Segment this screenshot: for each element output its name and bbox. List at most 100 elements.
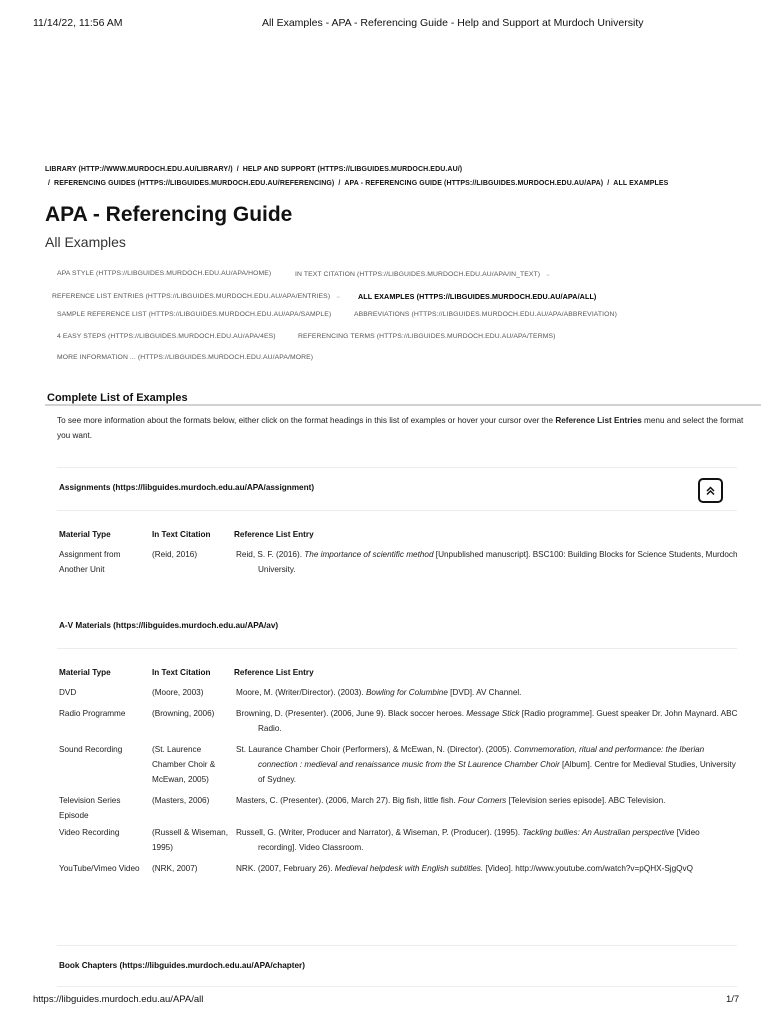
reference-title-italic: Four Corners	[458, 796, 507, 805]
print-page-title: All Examples - APA - Referencing Guide -…	[262, 17, 644, 29]
breadcrumb-library[interactable]: LIBRARY (HTTP://WWW.MURDOCH.EDU.AU/LIBRA…	[45, 166, 233, 173]
print-header: 11/14/22, 11:56 AM All Examples - APA - …	[0, 17, 768, 33]
nav-item-label: IN TEXT CITATION (HTTPS://LIBGUIDES.MURD…	[295, 271, 541, 278]
nav-item-label: APA STYLE (HTTPS://LIBGUIDES.MURDOCH.EDU…	[57, 270, 272, 277]
reference-entry-text: Masters, C. (Presenter). (2006, March 27…	[236, 793, 740, 808]
in-text-citation-cell: (Moore, 2003)	[152, 688, 204, 697]
reference-text: Browning, D. (Presenter). (2006, June 9)…	[236, 709, 467, 718]
print-datetime: 11/14/22, 11:56 AM	[33, 17, 123, 29]
breadcrumb-separator: /	[236, 166, 239, 173]
reference-entry-text: Moore, M. (Writer/Director). (2003). Bow…	[236, 685, 740, 700]
reference-list-entry-cell: St. Laurance Chamber Choir (Performers),…	[232, 742, 742, 793]
reference-list-entry-cell: Moore, M. (Writer/Director). (2003). Bow…	[232, 685, 742, 706]
reference-entry-text: Browning, D. (Presenter). (2006, June 9)…	[236, 706, 740, 736]
table-row: YouTube/Vimeo Video (NRK, 2007) NRK. (2007…	[57, 861, 742, 876]
reference-title-italic: Medieval helpdesk with English subtitles…	[334, 864, 484, 873]
in-text-citation-cell: (Russell & Wiseman, 1995)	[152, 828, 228, 852]
nav-item-label: 4 EASY STEPS (HTTPS://LIBGUIDES.MURDOCH.…	[57, 333, 276, 340]
reference-text: NRK. (2007, February 26).	[236, 864, 335, 873]
table-header-row: Material Type In Text Citation Reference…	[57, 530, 742, 547]
nav-item-label: ALL EXAMPLES (HTTPS://LIBGUIDES.MURDOCH.…	[358, 292, 597, 301]
breadcrumb-separator: /	[338, 180, 341, 187]
breadcrumb-apa-guide[interactable]: APA - REFERENCING GUIDE (HTTPS://LIBGUID…	[344, 180, 603, 187]
in-text-citation-cell: (NRK, 2007)	[152, 864, 198, 873]
nav-item-abbreviations[interactable]: ABBREVIATIONS (HTTPS://LIBGUIDES.MURDOCH…	[354, 311, 617, 318]
breadcrumb-current: ALL EXAMPLES	[613, 180, 669, 187]
reference-title-italic: The importance of scientific method	[304, 550, 434, 559]
chevron-down-icon: ⌄	[545, 271, 551, 278]
reference-text: Russell, G. (Writer, Producer and Narrat…	[236, 828, 523, 837]
material-type-cell: DVD	[59, 688, 77, 697]
reference-list-entry-cell: NRK. (2007, February 26). Medieval helpd…	[232, 861, 742, 876]
back-to-top-button[interactable]	[698, 478, 723, 503]
nav-item-sample-reference-list[interactable]: SAMPLE REFERENCE LIST (HTTPS://LIBGUIDES…	[57, 311, 331, 318]
header-material-type: Material Type	[59, 530, 111, 539]
group-divider	[57, 945, 737, 946]
reference-text: Reid, S. F. (2016).	[236, 550, 305, 559]
nav-item-4-easy-steps[interactable]: 4 EASY STEPS (HTTPS://LIBGUIDES.MURDOCH.…	[57, 333, 276, 340]
in-text-citation-cell: (St. Laurence Chamber Choir & McEwan, 20…	[152, 745, 216, 784]
section-divider	[45, 404, 761, 406]
nav-item-label: REFERENCING TERMS (HTTPS://LIBGUIDES.MUR…	[298, 333, 556, 340]
nav-item-in-text-citation[interactable]: IN TEXT CITATION (HTTPS://LIBGUIDES.MURD…	[295, 270, 551, 278]
nav-item-all-examples[interactable]: ALL EXAMPLES (HTTPS://LIBGUIDES.MURDOCH.…	[358, 292, 596, 301]
reference-title-italic: Bowling for Columbine	[365, 688, 448, 697]
reference-list-entry-cell: Browning, D. (Presenter). (2006, June 9)…	[232, 706, 742, 742]
reference-entry-text: St. Laurance Chamber Choir (Performers),…	[236, 742, 740, 787]
in-text-citation-cell: (Masters, 2006)	[152, 796, 210, 805]
header-reference-list-entry: Reference List Entry	[234, 668, 314, 677]
group-title-av-materials[interactable]: A-V Materials (https://libguides.murdoch…	[59, 621, 278, 630]
material-type-cell: Television Series Episode	[59, 796, 121, 820]
material-type-cell: Sound Recording	[59, 745, 123, 754]
intro-text-part: To see more information about the format…	[57, 416, 556, 425]
reference-text: Moore, M. (Writer/Director). (2003).	[236, 688, 366, 697]
breadcrumb-referencing-guides[interactable]: REFERENCING GUIDES (HTTPS://LIBGUIDES.MU…	[54, 180, 334, 187]
table-row: DVD (Moore, 2003) Moore, M. (Writer/Direct…	[57, 685, 742, 706]
nav-item-more-information[interactable]: MORE INFORMATION ... (HTTPS://LIBGUIDES.…	[57, 354, 313, 361]
breadcrumb-separator: /	[607, 180, 610, 187]
breadcrumb-help-and-support[interactable]: HELP AND SUPPORT (HTTPS://LIBGUIDES.MURD…	[243, 166, 462, 173]
reference-text: [DVD]. AV Channel.	[447, 688, 522, 697]
header-in-text-citation: In Text Citation	[152, 668, 211, 677]
reference-entry-text: Russell, G. (Writer, Producer and Narrat…	[236, 825, 740, 855]
reference-title-italic: Tackling bullies: An Australian perspect…	[522, 828, 675, 837]
group-divider	[57, 986, 737, 987]
table-row: Sound Recording (St. Laurence Chamber Cho…	[57, 742, 742, 793]
table-row: Television Series Episode (Masters, 2006)…	[57, 793, 742, 825]
group-divider	[57, 467, 737, 468]
reference-text: [Television series episode]. ABC Televis…	[506, 796, 666, 805]
table-body: Assignment from Another Unit (Reid, 2016)…	[57, 547, 742, 583]
reference-list-entry-cell: Russell, G. (Writer, Producer and Narrat…	[232, 825, 742, 861]
nav-item-label: SAMPLE REFERENCE LIST (HTTPS://LIBGUIDES…	[57, 311, 332, 318]
intro-emphasis: Reference List Entries	[555, 416, 642, 425]
print-footer: https://libguides.murdoch.edu.au/APA/all…	[0, 994, 768, 1008]
in-text-citation-cell: (Browning, 2006)	[152, 709, 215, 718]
print-page-number: 1/7	[726, 994, 740, 1005]
double-chevron-up-icon	[706, 486, 715, 496]
reference-entry-text: Reid, S. F. (2016). The importance of sc…	[236, 547, 740, 577]
section-heading: Complete List of Examples	[47, 392, 188, 405]
group-title-assignments[interactable]: Assignments (https://libguides.murdoch.e…	[59, 483, 314, 492]
material-type-cell: Assignment from Another Unit	[59, 550, 121, 574]
table-row: Radio Programme (Browning, 2006) Browning,…	[57, 706, 742, 742]
reference-text: St. Laurance Chamber Choir (Performers),…	[236, 745, 515, 754]
breadcrumb-separator: /	[48, 180, 51, 187]
nav-item-apa-style[interactable]: APA STYLE (HTTPS://LIBGUIDES.MURDOCH.EDU…	[57, 270, 271, 277]
chevron-down-icon: ⌄	[335, 293, 341, 300]
reference-text: [Video]. http://www.youtube.com/watch?v=…	[483, 864, 693, 873]
header-material-type: Material Type	[59, 668, 111, 677]
table-row: Video Recording (Russell & Wiseman, 1995)…	[57, 825, 742, 861]
reference-title-italic: Message Stick	[466, 709, 520, 718]
table-body: DVD (Moore, 2003) Moore, M. (Writer/Direct…	[57, 685, 742, 876]
reference-list-entry-cell: Reid, S. F. (2016). The importance of sc…	[232, 547, 742, 583]
material-type-cell: YouTube/Vimeo Video	[59, 864, 140, 873]
page-title: APA - Referencing Guide	[45, 203, 293, 226]
reference-entry-text: NRK. (2007, February 26). Medieval helpd…	[236, 861, 740, 876]
nav-item-reference-list-entries[interactable]: REFERENCE LIST ENTRIES (HTTPS://LIBGUIDE…	[52, 292, 341, 300]
nav-item-referencing-terms[interactable]: REFERENCING TERMS (HTTPS://LIBGUIDES.MUR…	[298, 333, 555, 340]
header-in-text-citation: In Text Citation	[152, 530, 211, 539]
reference-text: Masters, C. (Presenter). (2006, March 27…	[236, 796, 459, 805]
group-title-book-chapters[interactable]: Book Chapters (https://libguides.murdoch…	[59, 961, 305, 970]
header-reference-list-entry: Reference List Entry	[234, 530, 314, 539]
page-subtitle: All Examples	[45, 234, 126, 250]
